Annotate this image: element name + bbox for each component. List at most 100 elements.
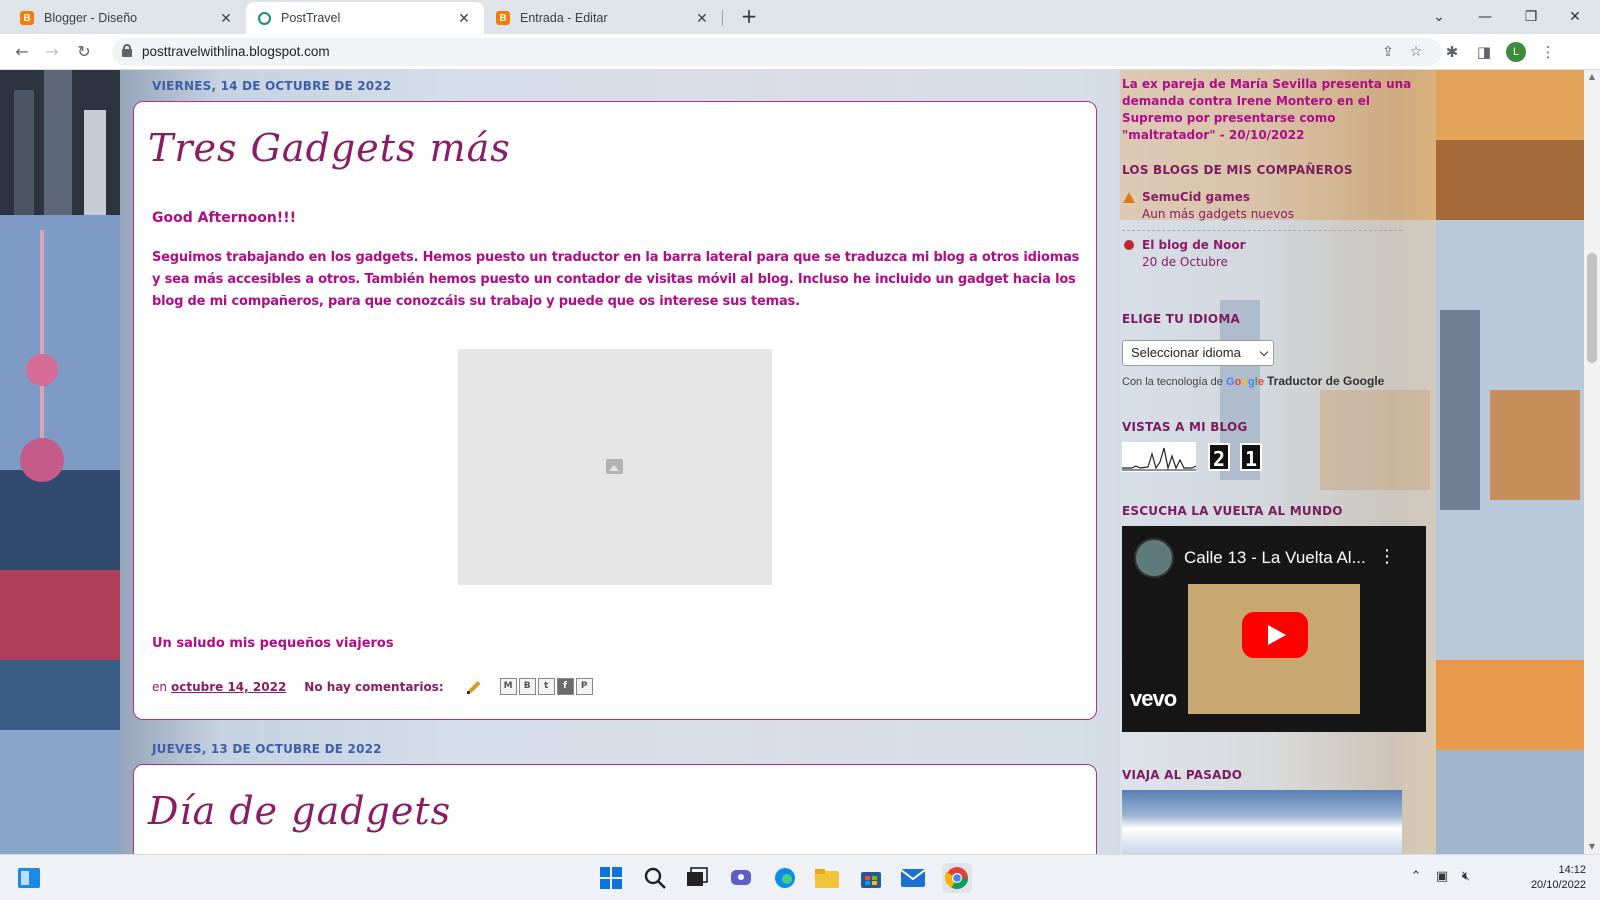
blogs-section-header: LOS BLOGS DE MIS COMPAÑEROS: [1122, 163, 1353, 177]
language-select-value: Seleccionar idioma: [1131, 345, 1241, 360]
blog-link-noor[interactable]: El blog de Noor: [1142, 238, 1246, 252]
tab-search-button[interactable]: ⌄: [1416, 4, 1462, 30]
close-icon[interactable]: ✕: [218, 10, 234, 27]
scroll-up-arrow-icon[interactable]: ▲: [1584, 70, 1600, 84]
semucid-favicon-icon: [1123, 192, 1135, 203]
edit-pencil-icon[interactable]: [466, 679, 482, 695]
clock-date: 20/10/2022: [1530, 879, 1586, 891]
extensions-puzzle-icon[interactable]: ✱: [1440, 40, 1464, 64]
taskbar-clock[interactable]: 14:12 20/10/2022: [1531, 863, 1586, 893]
music-section-header: ESCUCHA LA VUELTA AL MUNDO: [1122, 504, 1343, 518]
post-image-placeholder[interactable]: [458, 349, 772, 585]
microsoft-store-icon[interactable]: [856, 863, 886, 893]
google-translate-link[interactable]: Traductor de Google: [1267, 374, 1384, 388]
blog-post: Tres Gadgets más Good Afternoon!!! Segui…: [133, 101, 1097, 720]
post-greeting: Good Afternoon!!!: [152, 210, 296, 226]
pinterest-share-icon[interactable]: P: [575, 678, 593, 695]
tab-label: Entrada - Editar: [520, 11, 608, 25]
post-title[interactable]: Tres Gadgets más: [148, 126, 511, 170]
tab-label: PostTravel: [281, 11, 341, 25]
maximize-button[interactable]: ❐: [1508, 4, 1554, 30]
volume-muted-icon[interactable]: 🔇︎: [1456, 867, 1476, 887]
windows-taskbar: ⌃ ▣ 🔇︎ 14:12 20/10/2022: [0, 854, 1600, 900]
search-icon[interactable]: [640, 863, 670, 893]
url-text[interactable]: posttravelwithlina.blogspot.com: [142, 44, 330, 59]
email-share-icon[interactable]: M: [499, 678, 517, 695]
close-window-button[interactable]: ✕: [1552, 4, 1598, 30]
counter-digit: 1: [1240, 443, 1262, 471]
video-menu-icon[interactable]: ⋮: [1378, 546, 1396, 567]
reload-icon[interactable]: ↻: [72, 40, 96, 64]
tab-label: Blogger - Diseño: [44, 11, 138, 25]
past-travel-image[interactable]: [1122, 790, 1402, 854]
bookmark-star-icon[interactable]: ☆: [1406, 42, 1426, 62]
google-translate-attribution: Con la tecnología de Google Traductor de…: [1122, 374, 1384, 388]
forward-arrow-icon[interactable]: →: [40, 40, 64, 64]
chrome-icon[interactable]: [942, 863, 972, 893]
task-view-icon[interactable]: [682, 863, 712, 893]
language-select[interactable]: Seleccionar idioma: [1122, 340, 1274, 366]
post-date-header: JUEVES, 13 DE OCTUBRE DE 2022: [152, 742, 382, 756]
page-scrollbar[interactable]: ▲ ▼: [1584, 70, 1600, 854]
blog-this-icon[interactable]: B: [518, 678, 536, 695]
post-date-header: VIERNES, 14 DE OCTUBRE DE 2022: [152, 79, 392, 93]
tab-entrada-editar[interactable]: B Entrada - Editar ✕: [484, 2, 722, 34]
chevron-up-icon[interactable]: ⌃: [1406, 867, 1426, 887]
twitter-share-icon[interactable]: t: [537, 678, 555, 695]
views-section-header: VISTAS A MI BLOG: [1122, 420, 1248, 434]
facebook-share-icon[interactable]: f: [556, 678, 574, 695]
close-icon[interactable]: ✕: [456, 10, 472, 27]
noor-favicon-icon: [1124, 240, 1134, 250]
blog-post-title[interactable]: Aun más gadgets nuevos: [1142, 207, 1294, 221]
posttravel-icon: [258, 11, 271, 25]
widgets-icon[interactable]: [14, 863, 44, 893]
side-panel-icon[interactable]: ◨: [1472, 40, 1496, 64]
menu-kebab-icon[interactable]: ⋮: [1536, 40, 1560, 64]
post-body: Seguimos trabajando en los gadgets. Hemo…: [152, 250, 1080, 309]
post-title[interactable]: Día de gadgets: [148, 789, 451, 833]
windows-start-icon[interactable]: [596, 863, 626, 893]
scroll-down-arrow-icon[interactable]: ▼: [1584, 840, 1600, 854]
youtube-video-embed[interactable]: Calle 13 - La Vuelta Al... ⋮ vevo: [1122, 526, 1426, 732]
past-section-header: VIAJA AL PASADO: [1122, 768, 1243, 782]
tab-blogger-diseno[interactable]: B Blogger - Diseño ✕: [8, 2, 246, 34]
google-logo: Google: [1225, 376, 1264, 388]
file-explorer-icon[interactable]: [812, 863, 842, 893]
play-button[interactable]: [1242, 612, 1308, 658]
divider: [1122, 230, 1402, 231]
clock-time: 14:12: [1558, 864, 1586, 876]
lock-icon[interactable]: [122, 44, 132, 57]
tab-posttravel[interactable]: PostTravel ✕: [246, 2, 484, 34]
teams-chat-icon[interactable]: [726, 863, 756, 893]
blog-link-semucid[interactable]: SemuCid games: [1142, 190, 1250, 204]
scrollbar-thumb[interactable]: [1587, 253, 1597, 363]
chevron-down-icon: [1259, 347, 1269, 357]
comments-link[interactable]: No hay comentarios:: [304, 680, 443, 694]
minimize-button[interactable]: —: [1462, 4, 1508, 30]
back-arrow-icon[interactable]: ←: [10, 40, 34, 64]
channel-avatar[interactable]: [1134, 538, 1174, 578]
close-icon[interactable]: ✕: [694, 10, 710, 27]
visit-counter: 2 1: [1122, 442, 1268, 474]
network-icon[interactable]: ▣: [1432, 867, 1452, 887]
post-footer-prefix: en: [152, 679, 167, 694]
counter-digit: 2: [1208, 443, 1230, 471]
visits-sparkline: [1122, 442, 1196, 472]
news-feed-item[interactable]: La ex pareja de María Sevilla presenta u…: [1122, 76, 1422, 144]
language-section-header: ELIGE TU IDIOMA: [1122, 312, 1240, 326]
mail-icon[interactable]: [898, 863, 928, 893]
attribution-prefix: Con la tecnología de: [1122, 376, 1223, 388]
image-icon: [606, 459, 623, 474]
blog-post: Día de gadgets: [133, 764, 1097, 854]
page-content: VIERNES, 14 DE OCTUBRE DE 2022 Tres Gadg…: [0, 70, 1584, 854]
tab-strip: B Blogger - Diseño ✕ PostTravel ✕ B Entr…: [0, 0, 1600, 34]
address-bar[interactable]: posttravelwithlina.blogspot.com ⇪ ☆: [112, 38, 1442, 66]
blog-post-title[interactable]: 20 de Octubre: [1142, 255, 1228, 269]
post-date-link[interactable]: octubre 14, 2022: [171, 680, 286, 694]
browser-toolbar: ← → ↻ posttravelwithlina.blogspot.com ⇪ …: [0, 34, 1600, 70]
video-title[interactable]: Calle 13 - La Vuelta Al...: [1184, 548, 1366, 568]
share-icon[interactable]: ⇪: [1378, 42, 1398, 62]
profile-avatar[interactable]: L: [1506, 42, 1526, 62]
new-tab-button[interactable]: +: [738, 6, 760, 28]
edge-browser-icon[interactable]: [770, 863, 800, 893]
